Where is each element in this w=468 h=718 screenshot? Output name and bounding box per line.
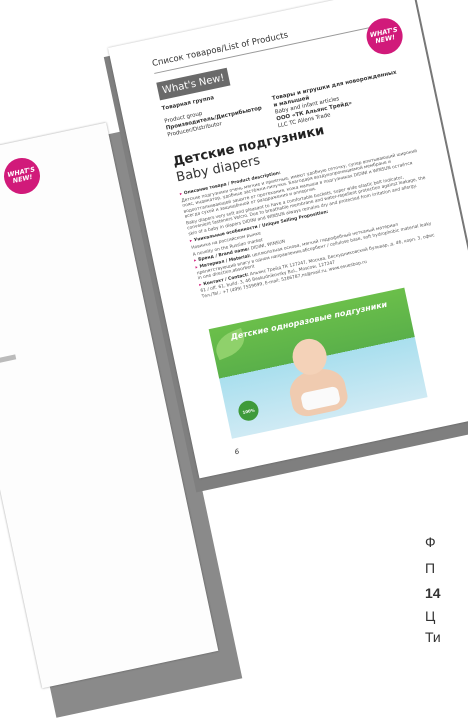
page-header-title: Список товаров/List of Products xyxy=(151,30,290,70)
banner-title: Детские одноразовые подгузники xyxy=(229,299,388,342)
bullet-icon: ▸ xyxy=(189,238,193,244)
bullet-icon: ▸ xyxy=(179,191,183,198)
meta-values: Товары и игрушки для новорожденных и мал… xyxy=(269,56,406,130)
side-text-line-3: 14 xyxy=(425,585,441,601)
side-text-line-4: Ц xyxy=(425,608,436,624)
side-text-line-1: Ф xyxy=(425,534,436,550)
product-banner-image: Детские одноразовые подгузники 100% xyxy=(208,287,428,439)
bullet-icon: ▸ xyxy=(193,258,198,265)
banner-pack-badge: 100% xyxy=(236,398,261,423)
side-text-line-5: Ти xyxy=(425,629,441,645)
side-text-line-2: П xyxy=(425,560,436,576)
page-number: 6 xyxy=(234,447,241,457)
whats-new-badge: WHAT'S NEW! xyxy=(363,14,406,58)
